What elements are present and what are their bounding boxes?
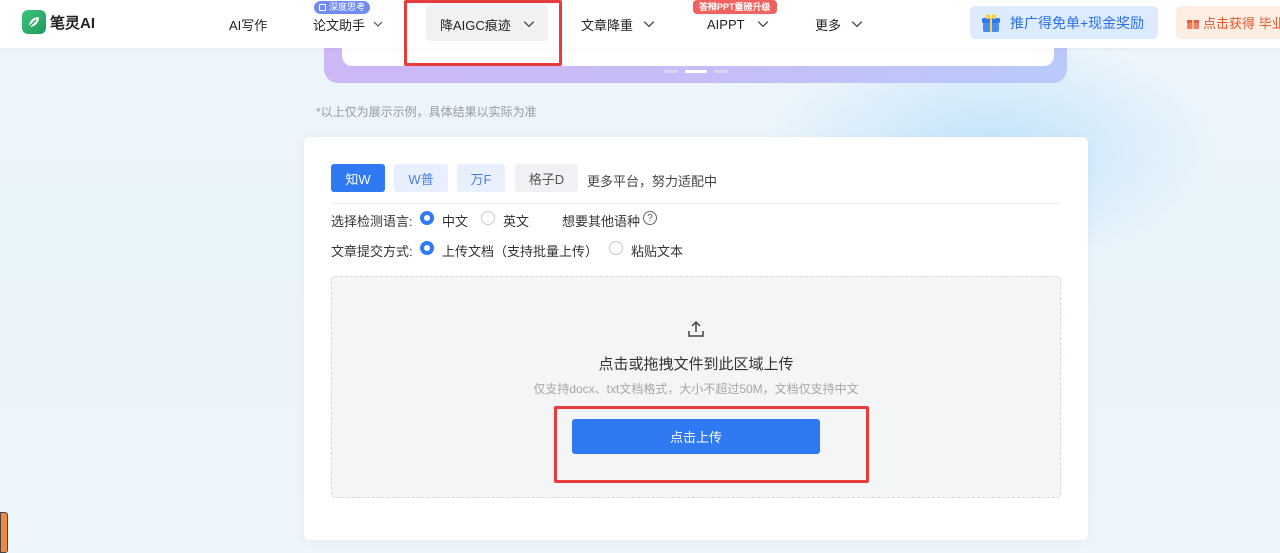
- example-disclaimer: *以上仅为展示示例，具体结果以实际为准: [316, 105, 537, 119]
- more-platforms-text: 更多平台，努力适配中: [587, 174, 718, 189]
- radio-english[interactable]: [481, 211, 495, 225]
- radio-upload-document[interactable]: [420, 241, 434, 255]
- other-language-link[interactable]: 想要其他语种: [562, 211, 640, 230]
- upload-button[interactable]: 点击上传: [572, 419, 820, 454]
- nav-more[interactable]: 更多: [815, 0, 863, 48]
- gift-icon: [1187, 19, 1199, 29]
- radio-paste-text[interactable]: [609, 241, 623, 255]
- nav-ai-writing[interactable]: AI写作: [229, 0, 267, 48]
- side-floating-tab[interactable]: [0, 512, 8, 553]
- promo-label: 推广得免单+现金奖励: [1010, 14, 1145, 31]
- question-circle-icon[interactable]: ?: [643, 211, 657, 225]
- chevron-down-icon: [851, 21, 863, 28]
- carousel-dot-active[interactable]: [685, 70, 707, 73]
- radio-upload-document-label[interactable]: 上传文档（支持批量上传）: [442, 241, 598, 260]
- gift-label: 点击获得 毕业: [1203, 16, 1280, 31]
- platform-tab-wanf[interactable]: 万F: [457, 164, 505, 192]
- chevron-down-icon: [643, 21, 655, 28]
- logo[interactable]: 笔灵AI: [22, 10, 95, 34]
- chevron-down-icon: [373, 21, 383, 27]
- radio-paste-text-label[interactable]: 粘贴文本: [631, 241, 683, 260]
- radio-chinese-label[interactable]: 中文: [442, 211, 468, 230]
- nav-aippt[interactable]: AIPPT: [707, 0, 769, 48]
- nav-label: 论文助手: [313, 17, 366, 33]
- nav-label: AI写作: [229, 17, 268, 33]
- dropzone-title: 点击或拖拽文件到此区域上传: [598, 356, 794, 373]
- platform-tab-gezid[interactable]: 格子D: [515, 164, 578, 192]
- dropzone-hint: 仅支持docx、txt文档格式，大小不超过50M，文档仅支持中文: [533, 382, 859, 396]
- nav-reduce-aigc[interactable]: 降AIGC痕迹: [440, 0, 535, 48]
- radio-chinese[interactable]: [420, 211, 434, 225]
- platform-tab-wpu[interactable]: W普: [394, 164, 448, 192]
- language-label: 选择检测语言:: [331, 214, 413, 229]
- top-navigation-bar: 笔灵AI AI写作 深度思考 论文助手 降AIGC痕迹 文章降重 答辩PPT重磅…: [0, 0, 1280, 48]
- nav-label: 更多: [815, 17, 842, 33]
- nav-label: 降AIGC痕迹: [440, 17, 511, 33]
- radio-english-label[interactable]: 英文: [503, 211, 529, 230]
- nav-paper-assistant[interactable]: 论文助手: [313, 0, 383, 48]
- logo-text: 笔灵AI: [50, 14, 96, 32]
- carousel-dot[interactable]: [664, 70, 678, 73]
- chevron-down-icon: [757, 21, 768, 28]
- submit-method-label: 文章提交方式:: [331, 244, 413, 259]
- referral-promo-button[interactable]: 推广得免单+现金奖励: [970, 6, 1158, 39]
- nav-article-dedup[interactable]: 文章降重: [581, 0, 655, 48]
- graduation-gift-button[interactable]: 点击获得 毕业: [1176, 6, 1280, 39]
- carousel-dot[interactable]: [714, 70, 728, 73]
- leaf-logo-icon: [22, 10, 46, 34]
- chevron-down-icon: [523, 21, 535, 28]
- nav-label: AIPPT: [707, 16, 745, 32]
- gift-box-icon: [982, 13, 1000, 32]
- nav-label: 文章降重: [581, 17, 634, 33]
- upload-icon: [688, 320, 704, 337]
- platform-tab-zhiw[interactable]: 知W: [331, 164, 385, 192]
- divider: [331, 203, 1061, 204]
